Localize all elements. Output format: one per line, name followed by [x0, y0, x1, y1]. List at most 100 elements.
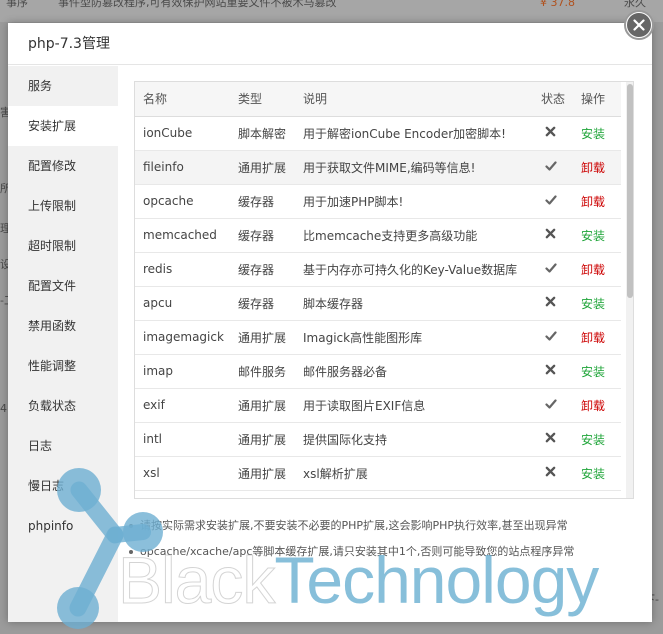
table-row: apcu 缓存器 脚本缓存器 安装	[135, 286, 621, 321]
dialog-title: php-7.3管理	[8, 23, 652, 65]
cell-state	[533, 354, 573, 389]
extension-table: 名称 类型 说明 状态 操作 ionCube 脚本解密 用于解密ionCube En…	[135, 82, 621, 491]
install-link[interactable]: 安装	[581, 365, 605, 379]
table-header-row: 名称 类型 说明 状态 操作	[135, 82, 621, 117]
cell-op: 安装	[573, 456, 621, 491]
cell-name: apcu	[135, 286, 230, 321]
sidebar-item[interactable]: 安装扩展	[8, 106, 118, 146]
cross-icon	[545, 296, 556, 310]
cell-op: 卸载	[573, 320, 621, 355]
sidebar-item[interactable]: 配置文件	[8, 266, 118, 306]
col-header-type: 类型	[230, 82, 295, 117]
cell-name: opcache	[135, 184, 230, 219]
install-link[interactable]: 安装	[581, 297, 605, 311]
cell-desc: 用于加速PHP脚本!	[295, 184, 533, 219]
cell-desc: Imagick高性能图形库	[295, 320, 533, 355]
cell-desc: 比memcache支持更多高级功能	[295, 218, 533, 253]
cell-name: redis	[135, 252, 230, 287]
cell-op: 安装	[573, 286, 621, 321]
sidebar-item[interactable]: 慢日志	[8, 466, 118, 506]
check-icon	[545, 262, 557, 277]
cell-desc: 提供国际化支持	[295, 422, 533, 457]
cell-type: 通用扩展	[230, 456, 295, 491]
uninstall-link[interactable]: 卸载	[581, 399, 605, 413]
sidebar-item[interactable]: phpinfo	[8, 506, 118, 546]
cell-type: 缓存器	[230, 252, 295, 287]
table-row: opcache 缓存器 用于加速PHP脚本! 卸载	[135, 184, 621, 219]
bg-cell: 事件型防篡改程序,可有效保护网站重要文件不被木马篡改	[58, 0, 337, 9]
cell-state	[533, 320, 573, 355]
sidebar-item[interactable]: 上传限制	[8, 186, 118, 226]
cell-state	[533, 422, 573, 457]
cell-name: ionCube	[135, 116, 230, 151]
sidebar-item[interactable]: 超时限制	[8, 226, 118, 266]
cell-op: 安装	[573, 218, 621, 253]
cross-icon	[545, 432, 556, 446]
background-row: 事序 事件型防篡改程序,可有效保护网站重要文件不被木马篡改 ¥ 37.8 永久	[0, 0, 663, 22]
cell-state	[533, 184, 573, 219]
cell-state	[533, 286, 573, 321]
cell-name: fileinfo	[135, 150, 230, 185]
check-icon	[545, 330, 557, 345]
cell-type: 通用扩展	[230, 320, 295, 355]
uninstall-link[interactable]: 卸载	[581, 161, 605, 175]
cell-state	[533, 150, 573, 185]
cell-state	[533, 252, 573, 287]
cell-desc: 脚本缓存器	[295, 286, 533, 321]
check-icon	[545, 194, 557, 209]
cell-op: 卸载	[573, 388, 621, 423]
cell-type: 通用扩展	[230, 388, 295, 423]
cell-desc: 用于获取文件MIME,编码等信息!	[295, 150, 533, 185]
note-item: opcache/xcache/apc等脚本缓存扩展,请只安装其中1个,否则可能导…	[126, 539, 636, 565]
cell-op: 卸载	[573, 150, 621, 185]
cell-op: 安装	[573, 354, 621, 389]
sidebar-item[interactable]: 配置修改	[8, 146, 118, 186]
cell-desc: 邮件服务器必备	[295, 354, 533, 389]
cell-state	[533, 388, 573, 423]
cross-icon	[545, 126, 556, 140]
php-manage-dialog: php-7.3管理 服务 安装扩展 配置修改 上传限制 超时限制 配置文件 禁用函数 性能调整…	[8, 23, 652, 622]
sidebar-item[interactable]: 禁用函数	[8, 306, 118, 346]
scroll-thumb[interactable]	[627, 84, 633, 298]
cell-op: 安装	[573, 422, 621, 457]
install-link[interactable]: 安装	[581, 229, 605, 243]
cross-icon	[545, 466, 556, 480]
cell-desc: 用于读取图片EXIF信息	[295, 388, 533, 423]
cell-desc: 用于解密ionCube Encoder加密脚本!	[295, 116, 533, 151]
cell-op: 卸载	[573, 184, 621, 219]
close-icon	[627, 13, 651, 37]
note-item: 请按实际需求安装扩展,不要安装不必要的PHP扩展,这会影响PHP执行效率,甚至出…	[126, 513, 636, 539]
table-scrollbar[interactable]	[626, 82, 633, 498]
cell-op: 安装	[573, 116, 621, 151]
install-link[interactable]: 安装	[581, 433, 605, 447]
cross-icon	[545, 228, 556, 242]
cell-name: memcached	[135, 218, 230, 253]
install-link[interactable]: 安装	[581, 467, 605, 481]
cell-type: 缓存器	[230, 218, 295, 253]
close-button[interactable]	[624, 10, 654, 40]
uninstall-link[interactable]: 卸载	[581, 263, 605, 277]
cell-desc: 基于内存亦可持久化的Key-Value数据库	[295, 252, 533, 287]
cell-state	[533, 456, 573, 491]
install-link[interactable]: 安装	[581, 127, 605, 141]
notes-list: 请按实际需求安装扩展,不要安装不必要的PHP扩展,这会影响PHP执行效率,甚至出…	[126, 513, 636, 565]
cell-state	[533, 218, 573, 253]
sidebar-item[interactable]: 负载状态	[8, 386, 118, 426]
cell-type: 通用扩展	[230, 422, 295, 457]
table-row: imap 邮件服务 邮件服务器必备 安装	[135, 354, 621, 389]
col-header-name: 名称	[135, 82, 230, 117]
sidebar-item[interactable]: 性能调整	[8, 346, 118, 386]
cell-type: 缓存器	[230, 184, 295, 219]
sidebar-item[interactable]: 服务	[8, 66, 118, 106]
sidebar-item[interactable]: 日志	[8, 426, 118, 466]
col-header-op: 操作	[573, 82, 621, 117]
table-row: xsl 通用扩展 xsl解析扩展 安装	[135, 456, 621, 491]
cell-type: 脚本解密	[230, 116, 295, 151]
extension-table-wrap: 名称 类型 说明 状态 操作 ionCube 脚本解密 用于解密ionCube En…	[134, 81, 634, 499]
cell-name: imap	[135, 354, 230, 389]
cell-op: 卸载	[573, 252, 621, 287]
uninstall-link[interactable]: 卸载	[581, 331, 605, 345]
cell-state	[533, 116, 573, 151]
cell-name: intl	[135, 422, 230, 457]
uninstall-link[interactable]: 卸载	[581, 195, 605, 209]
